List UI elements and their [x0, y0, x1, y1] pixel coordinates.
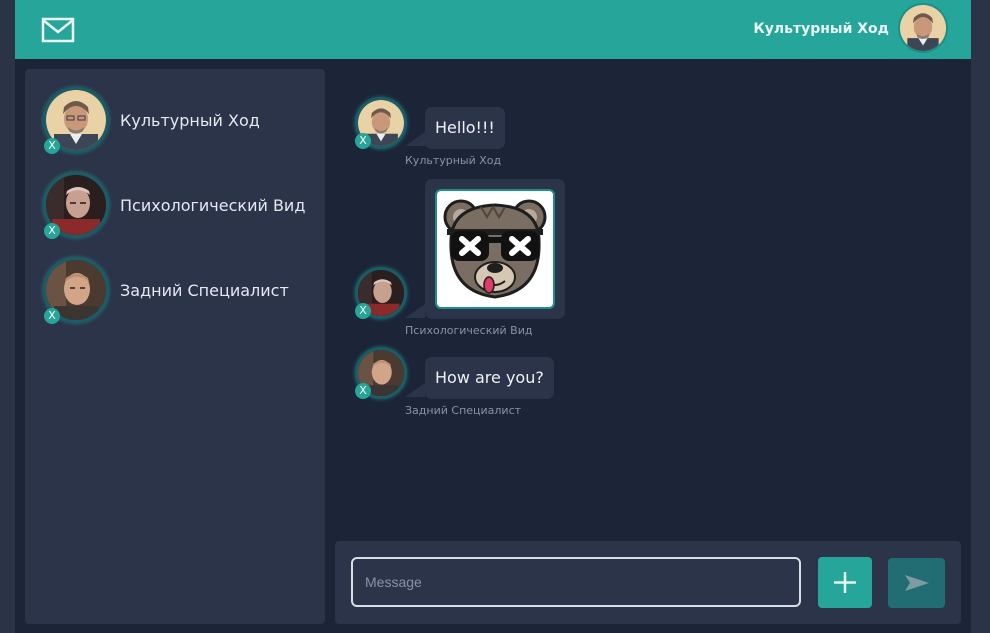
message-sender: Задний Специалист — [405, 404, 522, 417]
message-bubble: Hello!!! — [425, 107, 505, 149]
send-button[interactable] — [888, 558, 945, 608]
bubble-tail — [405, 132, 425, 146]
status-badge: X — [355, 383, 371, 399]
contact-name: Задний Специалист — [120, 281, 289, 300]
send-icon — [905, 575, 929, 591]
current-user-avatar[interactable] — [898, 3, 948, 53]
bubble-tail — [405, 304, 425, 318]
message-composer — [335, 541, 961, 624]
message-bubble: How are you? — [425, 357, 554, 399]
chat-app: Культурный Ход X Культурный Ход X Психол… — [15, 0, 971, 633]
mail-icon[interactable] — [41, 17, 75, 43]
message-input[interactable] — [351, 557, 801, 607]
top-bar: Культурный Ход — [15, 0, 971, 59]
contact-item[interactable]: X Культурный Ход — [43, 87, 323, 157]
status-badge: X — [355, 133, 371, 149]
message-sender: Психологический Вид — [405, 324, 533, 337]
bubble-tail — [405, 383, 425, 397]
contact-name: Культурный Ход — [120, 111, 260, 130]
status-badge: X — [44, 308, 60, 324]
status-badge: X — [44, 223, 60, 239]
contacts-sidebar: X Культурный Ход X Психологический Вид X… — [25, 69, 325, 624]
status-badge: X — [44, 138, 60, 154]
status-badge: X — [355, 303, 371, 319]
bear-with-sunglasses-sticker[interactable] — [435, 189, 555, 309]
message-sender: Культурный Ход — [405, 154, 502, 167]
plus-icon — [834, 572, 856, 593]
contact-item[interactable]: X Задний Специалист — [43, 257, 323, 327]
current-user-name: Культурный Ход — [753, 21, 889, 37]
contact-name: Психологический Вид — [120, 196, 306, 215]
sticker-message — [425, 179, 565, 319]
add-attachment-button[interactable] — [818, 557, 872, 608]
contact-item[interactable]: X Психологический Вид — [43, 172, 323, 242]
